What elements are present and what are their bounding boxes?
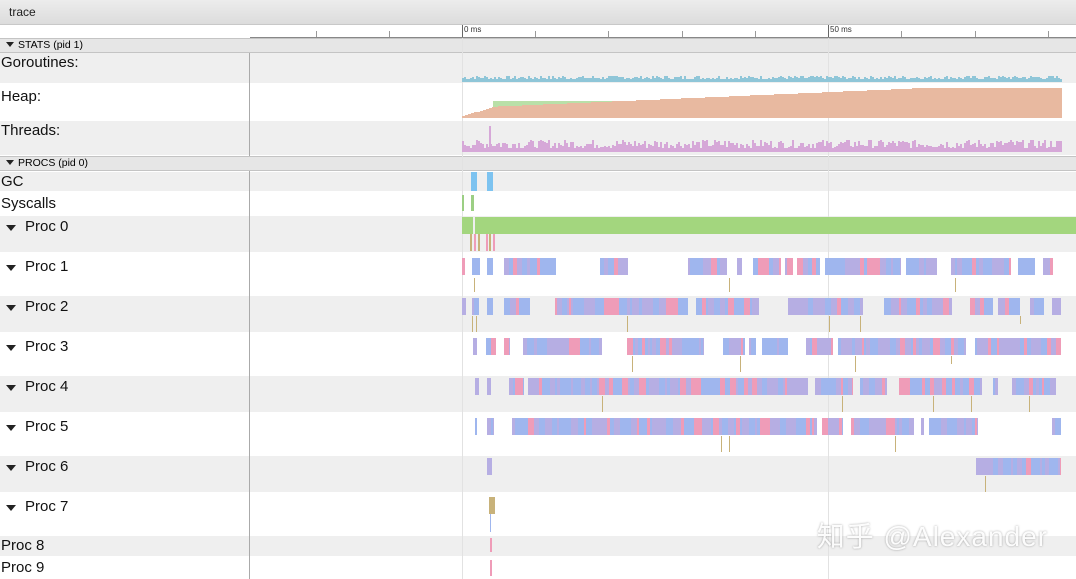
row-label-proc-6: Proc 6 <box>25 458 69 475</box>
ruler-major-tick <box>828 25 829 37</box>
proc-6-track <box>250 456 1076 492</box>
row-label-proc-4: Proc 4 <box>25 378 69 395</box>
proc-4-track <box>250 376 1076 412</box>
ruler-tick <box>389 31 390 37</box>
row-label-proc-1: Proc 1 <box>25 258 69 275</box>
ruler-major-tick <box>462 25 463 37</box>
ruler-tick-label: 0 ms <box>464 25 482 34</box>
proc-2-track <box>250 296 1076 332</box>
row-label-proc-9: Proc 9 <box>1 559 45 576</box>
collapse-triangle-icon[interactable] <box>6 42 14 47</box>
proc-5-track <box>250 412 1076 456</box>
row-label-gc: GC <box>1 173 24 190</box>
proc-9-track <box>250 556 1076 579</box>
stats-section-label: STATS (pid 1) <box>18 39 83 51</box>
ruler-tick <box>608 31 609 37</box>
watermark-text: 知乎 @Alexander <box>816 521 1048 552</box>
syscalls-track <box>250 191 1076 216</box>
counter-label-threads: Threads: <box>1 122 61 139</box>
expand-triangle-icon[interactable] <box>6 385 16 391</box>
stats-section-header[interactable]: STATS (pid 1) <box>0 38 1076 53</box>
window-title: trace <box>9 5 36 19</box>
expand-triangle-icon[interactable] <box>6 345 16 351</box>
expand-triangle-icon[interactable] <box>6 465 16 471</box>
ruler-tick <box>975 31 976 37</box>
goroutines-track <box>250 53 1076 83</box>
ruler-spacer <box>0 25 249 38</box>
procs-section-header[interactable]: PROCS (pid 0) <box>0 156 1076 171</box>
expand-triangle-icon[interactable] <box>6 425 16 431</box>
row-label-syscalls: Syscalls <box>1 195 57 212</box>
proc-3-track <box>250 332 1076 376</box>
row-label-proc-3: Proc 3 <box>25 338 69 355</box>
row-label-proc-2: Proc 2 <box>25 298 69 315</box>
row-label-proc-7: Proc 7 <box>25 498 69 515</box>
proc-0-track <box>250 216 1076 252</box>
gc-label-bg <box>0 172 249 191</box>
window-title-bar: trace <box>0 0 1076 25</box>
expand-triangle-icon[interactable] <box>6 265 16 271</box>
row-label-proc-5: Proc 5 <box>25 418 69 435</box>
expand-triangle-icon[interactable] <box>6 225 16 231</box>
ruler-tick <box>901 31 902 37</box>
threads-track <box>250 121 1076 155</box>
expand-triangle-icon[interactable] <box>6 305 16 311</box>
procs-section-label: PROCS (pid 0) <box>18 157 89 169</box>
proc-1-track <box>250 252 1076 296</box>
heap-track <box>250 83 1076 121</box>
ruler-tick <box>535 31 536 37</box>
counter-label-heap: Heap: <box>1 88 42 105</box>
ruler-tick <box>755 31 756 37</box>
ruler-tick <box>682 31 683 37</box>
gc-track <box>250 172 1076 191</box>
counter-label-goroutines: Goroutines: <box>1 54 79 71</box>
ruler-tick-label: 50 ms <box>830 25 852 34</box>
time-ruler[interactable]: 0 ms 50 ms <box>250 25 1076 38</box>
ruler-tick <box>1048 31 1049 37</box>
row-label-proc-0: Proc 0 <box>25 218 69 235</box>
expand-triangle-icon[interactable] <box>6 505 16 511</box>
collapse-triangle-icon[interactable] <box>6 160 14 165</box>
ruler-tick <box>316 31 317 37</box>
row-label-proc-8: Proc 8 <box>1 537 45 554</box>
